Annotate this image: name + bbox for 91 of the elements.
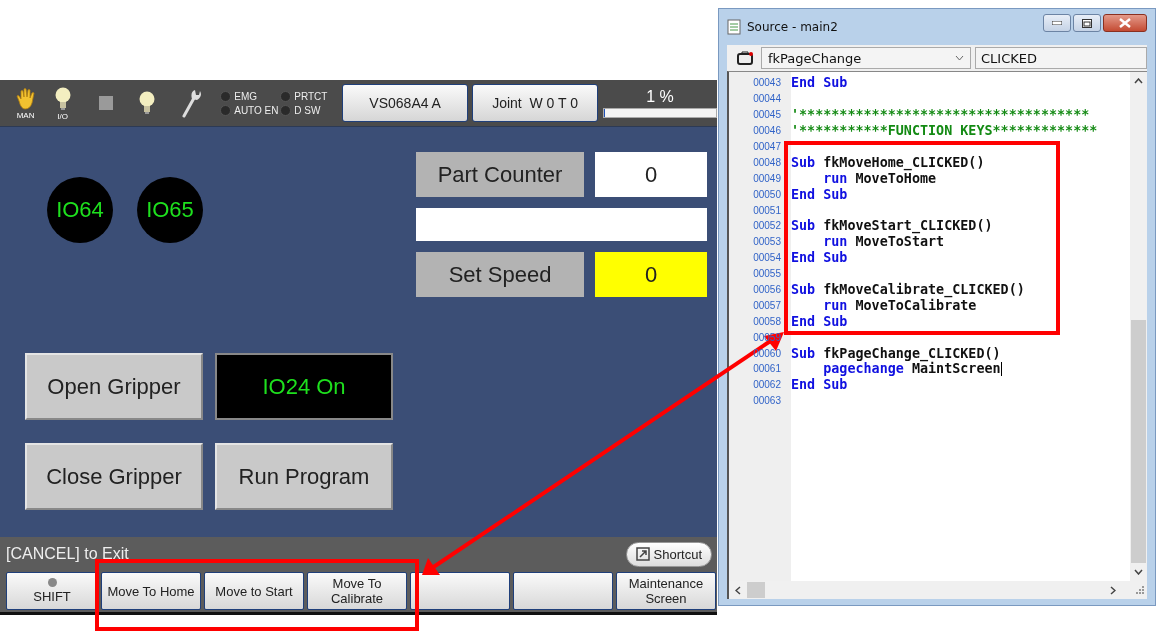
- function-key[interactable]: SHIFT: [6, 572, 98, 610]
- field-label: Part Counter: [416, 152, 584, 197]
- hint-text: [CANCEL] to Exit: [6, 545, 129, 563]
- line-number: 00053: [752, 236, 782, 248]
- horizontal-scrollbar[interactable]: [727, 581, 1147, 599]
- code-line: '************************************: [791, 107, 1090, 123]
- indicator-dot: [47, 578, 57, 587]
- minimize-icon: [1052, 21, 1062, 25]
- chevron-down-icon: [955, 55, 964, 61]
- line-number: 00045: [752, 109, 782, 121]
- light-bulb-icon: [138, 90, 157, 116]
- shortcut-button[interactable]: Shortcut: [625, 541, 712, 567]
- lamp-label: PRTCT: [294, 90, 328, 102]
- io-lamp: IO64: [47, 177, 113, 243]
- line-number: 00050: [752, 188, 782, 200]
- line-number: 00056: [752, 284, 782, 295]
- line-number: 00046: [752, 125, 782, 137]
- mode-label: MAN: [16, 110, 35, 120]
- code-line: Sub fkMoveHome_CLICKED(): [791, 154, 985, 170]
- line-number: 00051: [752, 204, 782, 216]
- event-field[interactable]: CLICKED: [975, 47, 1147, 69]
- vertical-scrollbar[interactable]: [1130, 72, 1147, 581]
- lamp-label: EMG: [234, 90, 257, 102]
- action-button[interactable]: Open Gripper: [25, 353, 203, 420]
- scroll-thumb[interactable]: [747, 582, 765, 598]
- chevron-right-icon: [1110, 585, 1116, 595]
- chevron-left-icon: [735, 585, 741, 595]
- value-field[interactable]: 0: [595, 252, 707, 297]
- robot-button[interactable]: VS068A4 A: [342, 84, 469, 122]
- mode-label: I/O: [57, 111, 68, 121]
- action-button[interactable]: Run Program: [215, 443, 393, 510]
- line-number: 00047: [752, 141, 782, 152]
- document-icon: [727, 19, 741, 35]
- code-line: End Sub: [791, 75, 848, 91]
- line-number: 00044: [752, 93, 782, 105]
- resize-grip-icon: [1136, 586, 1144, 594]
- code-line: Sub fkPageChange_CLICKED(): [791, 345, 1001, 361]
- chevron-down-icon: [1134, 569, 1143, 575]
- action-button[interactable]: Close Gripper: [25, 443, 203, 510]
- text-field[interactable]: [416, 208, 707, 241]
- window-title: Source - main2: [747, 20, 838, 34]
- code-line: Sub fkMoveStart_CLICKED(): [791, 218, 993, 234]
- function-key[interactable]: [410, 572, 510, 610]
- line-number: 00058: [752, 315, 782, 327]
- code-line: run MoveToHome: [822, 170, 937, 186]
- field-label: Set Speed: [416, 252, 584, 297]
- status-indicator: IO24 On: [215, 353, 393, 420]
- function-key[interactable]: [513, 572, 613, 610]
- function-key[interactable]: Maintenance Screen: [616, 572, 716, 610]
- code-line: '***********FUNCTION KEYS*************: [791, 123, 1098, 139]
- minimize-button[interactable]: [1043, 14, 1071, 32]
- toolbox-icon: [737, 51, 753, 65]
- code-line: run MoveToStart: [822, 234, 945, 250]
- function-key[interactable]: Move To Calibrate: [307, 572, 407, 610]
- code-line: End Sub: [791, 377, 848, 393]
- line-number: 00057: [752, 299, 782, 311]
- code-line: pagechange MaintScreen: [822, 361, 1001, 377]
- value-field[interactable]: 0: [595, 152, 707, 197]
- io-lamp: IO65: [137, 177, 203, 243]
- code-line: Sub fkMoveCalibrate_CLICKED(): [791, 282, 1025, 297]
- line-number: 00063: [752, 395, 782, 407]
- close-button[interactable]: [1103, 14, 1147, 32]
- line-number: 00060: [752, 347, 782, 359]
- lamp-label: AUTO EN: [234, 104, 279, 116]
- shortcut-icon: [635, 547, 650, 561]
- function-key[interactable]: Move To Home: [101, 572, 201, 610]
- light-bulb-icon: [53, 85, 72, 112]
- scroll-thumb[interactable]: [1131, 320, 1146, 563]
- code-line: run MoveToCalibrate: [822, 297, 977, 313]
- wrench-icon: [180, 88, 203, 118]
- code-line: End Sub: [791, 186, 848, 202]
- lamp-label: D SW: [294, 104, 321, 116]
- line-number: 00061: [752, 363, 782, 375]
- mode-button[interactable]: Joint W 0 T 0: [472, 84, 598, 122]
- square-icon: [98, 95, 115, 111]
- object-dropdown[interactable]: fkPageChange: [761, 47, 971, 69]
- close-icon: [1119, 18, 1131, 28]
- line-number: 00049: [752, 172, 782, 184]
- function-key[interactable]: Move to Start: [204, 572, 304, 610]
- line-number: 00052: [752, 220, 782, 232]
- speed-reading: 1 %: [646, 88, 674, 106]
- maximize-button[interactable]: [1073, 14, 1101, 32]
- line-number: 00048: [752, 156, 782, 168]
- chevron-up-icon: [1134, 78, 1143, 84]
- code-line: End Sub: [791, 313, 848, 329]
- code-line: End Sub: [791, 250, 848, 266]
- line-number: 00043: [752, 77, 782, 89]
- maximize-icon: [1082, 18, 1092, 28]
- line-number: 00054: [752, 252, 782, 264]
- line-number: 00062: [752, 379, 782, 391]
- line-number: 00055: [752, 268, 782, 280]
